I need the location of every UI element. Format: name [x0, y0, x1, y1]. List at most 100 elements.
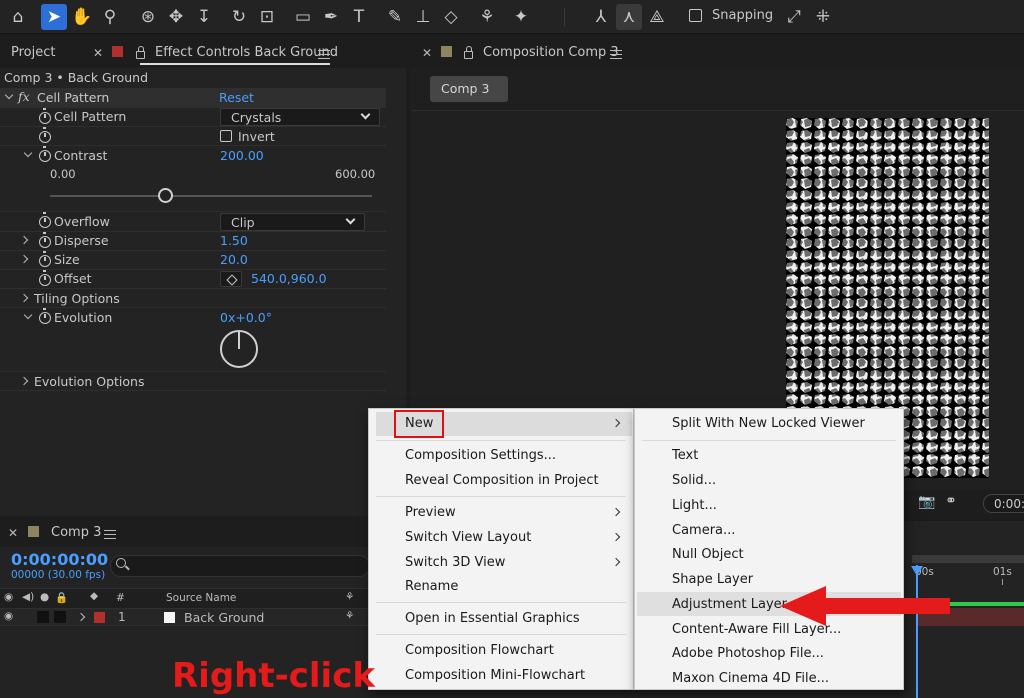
reset-link[interactable]: Reset — [219, 90, 254, 105]
menu-item-switch-3d-view[interactable]: Switch 3D View — [405, 555, 505, 570]
playhead-line[interactable] — [916, 565, 918, 698]
timeline-search-input[interactable] — [110, 555, 370, 577]
submenu-item-text[interactable]: Text — [672, 448, 698, 463]
header-source-name[interactable]: Source Name — [166, 592, 236, 604]
stopwatch-icon[interactable] — [39, 108, 51, 124]
size-value[interactable]: 20.0 — [220, 252, 248, 267]
eraser-tool-icon[interactable]: ◇ — [438, 4, 464, 30]
comp-3-chip[interactable]: Comp 3 — [430, 76, 508, 102]
menu-item-switch-view-layout[interactable]: Switch View Layout — [405, 530, 531, 545]
submenu-item-shape-layer[interactable]: Shape Layer — [672, 572, 753, 587]
home-icon[interactable]: ⌂ — [5, 4, 31, 30]
panel-menu-icon[interactable] — [318, 50, 330, 59]
label-tag-icon[interactable]: ◆ — [90, 590, 98, 602]
clone-stamp-icon[interactable]: ⊥ — [410, 4, 436, 30]
time-ruler[interactable]: 00s 01s — [912, 565, 1024, 585]
hand-tool-icon[interactable]: ✋ — [69, 4, 95, 30]
stopwatch-icon[interactable] — [39, 146, 51, 162]
type-tool-icon[interactable]: T — [346, 4, 372, 30]
layer-label-swatch[interactable] — [94, 612, 105, 623]
overflow-dropdown[interactable]: Clip — [220, 213, 365, 231]
shy-switch-icon[interactable]: ⚘ — [345, 591, 354, 603]
work-area-bar[interactable] — [912, 555, 1024, 563]
menu-item-composition-mini-flowchart[interactable]: Composition Mini-Flowchart — [405, 668, 585, 683]
eye-icon[interactable]: ◉ — [4, 610, 13, 622]
panel-menu-icon[interactable] — [104, 530, 116, 539]
submenu-item-light[interactable]: Light... — [672, 498, 717, 513]
submenu-item-content-aware-fill[interactable]: Content-Aware Fill Layer... — [672, 622, 841, 637]
menu-item-rename[interactable]: Rename — [405, 579, 458, 594]
layer-name[interactable]: Back Ground — [184, 610, 264, 625]
stopwatch-icon[interactable] — [39, 251, 51, 267]
stopwatch-icon[interactable] — [39, 127, 51, 143]
contrast-slider-track[interactable] — [50, 195, 372, 197]
submenu-item-adjustment-layer[interactable]: Adjustment Layer — [672, 597, 787, 612]
menu-item-reveal-composition[interactable]: Reveal Composition in Project — [405, 473, 599, 488]
submenu-item-photoshop-file[interactable]: Adobe Photoshop File... — [672, 646, 824, 661]
puppet-pin-icon[interactable]: ✦ — [508, 4, 534, 30]
axis-view-icon[interactable]: ⟁ — [644, 4, 670, 30]
contrast-slider-knob[interactable] — [158, 188, 173, 203]
close-icon[interactable]: ✕ — [8, 526, 18, 540]
submenu-item-null-object[interactable]: Null Object — [672, 547, 744, 562]
current-time-display[interactable]: 0:00:0 — [983, 494, 1024, 513]
offset-value[interactable]: 540.0,960.0 — [251, 271, 327, 286]
snap-edges-icon[interactable]: ⤢ — [781, 4, 807, 30]
tab-project[interactable]: Project — [11, 45, 55, 60]
tab-composition[interactable]: Composition Comp 3 — [483, 45, 619, 60]
lock-icon[interactable] — [464, 46, 473, 59]
close-icon[interactable]: ✕ — [422, 46, 432, 60]
pen-tool-icon[interactable]: ✒ — [318, 4, 344, 30]
snap-features-icon[interactable]: ⁜ — [810, 4, 836, 30]
snapping-checkbox[interactable] — [689, 9, 702, 22]
zoom-tool-icon[interactable]: ⚲ — [97, 4, 123, 30]
orbit-camera-icon[interactable]: ⊛ — [135, 4, 161, 30]
cell-pattern-dropdown[interactable]: Crystals — [220, 108, 380, 126]
solo-icon[interactable]: ● — [40, 591, 49, 603]
tab-effect-controls[interactable]: Effect Controls Back Ground — [155, 45, 338, 60]
crosshair-icon[interactable] — [220, 271, 242, 287]
menu-item-composition-flowchart[interactable]: Composition Flowchart — [405, 643, 554, 658]
submenu-item-camera[interactable]: Camera... — [672, 523, 735, 538]
close-icon[interactable]: ✕ — [93, 46, 103, 60]
contrast-value[interactable]: 200.00 — [220, 148, 264, 163]
roto-brush-icon[interactable]: ⚘ — [474, 4, 500, 30]
evolution-dial[interactable] — [220, 330, 258, 368]
stopwatch-icon[interactable] — [39, 270, 51, 286]
disperse-value[interactable]: 1.50 — [220, 233, 248, 248]
eye-icon[interactable]: ◉ — [4, 591, 13, 603]
chevron-right-icon[interactable] — [76, 612, 86, 622]
invert-checkbox[interactable] — [220, 130, 232, 142]
menu-item-open-essential-graphics[interactable]: Open in Essential Graphics — [405, 611, 580, 626]
stopwatch-icon[interactable] — [39, 232, 51, 248]
rotation-tool-icon[interactable]: ↻ — [226, 4, 252, 30]
rectangle-tool-icon[interactable]: ▭ — [290, 4, 316, 30]
lock-toggle[interactable] — [54, 611, 66, 623]
audio-icon[interactable]: ◀) — [22, 591, 34, 603]
stopwatch-icon[interactable] — [39, 212, 51, 228]
show-snapshot-icon[interactable]: ⚭ — [945, 493, 957, 509]
submenu-item-solid[interactable]: Solid... — [672, 473, 716, 488]
pan-camera-icon[interactable]: ✥ — [163, 4, 189, 30]
anchor-tool-icon[interactable]: ⊡ — [254, 4, 280, 30]
lock-icon[interactable] — [136, 46, 145, 59]
submenu-item-split-viewer[interactable]: Split With New Locked Viewer — [672, 416, 865, 431]
timecode[interactable]: 0:00:00:00 — [11, 550, 108, 569]
dolly-camera-icon[interactable]: ↧ — [191, 4, 217, 30]
brush-tool-icon[interactable]: ✎ — [382, 4, 408, 30]
evolution-options-label[interactable]: Evolution Options — [34, 374, 145, 389]
tiling-options-label[interactable]: Tiling Options — [34, 291, 120, 306]
solo-toggle[interactable] — [37, 611, 49, 623]
stopwatch-icon[interactable] — [39, 308, 51, 324]
submenu-item-cinema4d-file[interactable]: Maxon Cinema 4D File... — [672, 671, 829, 686]
lock-icon[interactable]: 🔒 — [55, 591, 68, 604]
tab-comp-3[interactable]: Comp 3 — [51, 525, 101, 540]
menu-item-preview[interactable]: Preview — [405, 505, 456, 520]
axis-world-icon[interactable]: ⋏ — [616, 4, 642, 30]
shy-switch-icon[interactable]: ⚘ — [345, 610, 354, 622]
evolution-value[interactable]: 0x+0.0° — [220, 310, 272, 325]
selection-tool-icon[interactable]: ➤ — [41, 4, 67, 30]
camera-icon[interactable]: 📷 — [918, 494, 935, 510]
fx-icon[interactable]: fx — [18, 89, 30, 104]
table-row[interactable]: ◉ 1 Back Ground ⚘ — [0, 608, 370, 626]
